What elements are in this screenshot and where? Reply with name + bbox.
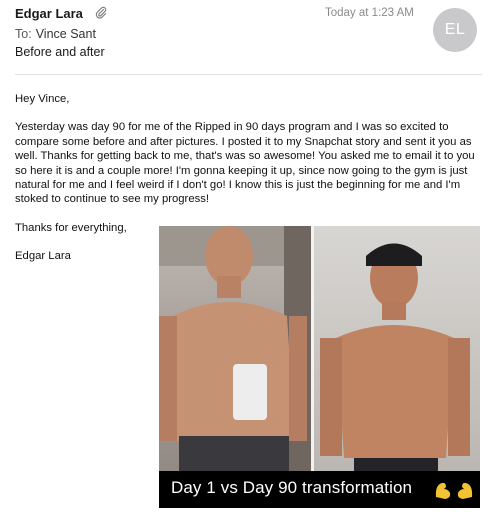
header-divider (15, 74, 482, 75)
caption-bar: Day 1 vs Day 90 transformation (159, 471, 480, 508)
avatar[interactable]: EL (433, 8, 477, 52)
email-subject: Before and after (15, 45, 105, 59)
sender-name[interactable]: Edgar Lara (15, 6, 83, 21)
recipient-row: To: Vince Sant (15, 27, 96, 41)
after-figure (320, 243, 470, 471)
before-figure (159, 226, 311, 471)
after-photo (314, 226, 480, 508)
photo-caption: Day 1 vs Day 90 transformation (171, 478, 413, 497)
transformation-photo[interactable]: Day 1 vs Day 90 transformation (159, 226, 480, 508)
before-photo (159, 226, 311, 508)
message-header: Edgar Lara To: Vince Sant Before and afte… (0, 0, 502, 74)
body-paragraph: Yesterday was day 90 for me of the Rippe… (15, 121, 475, 206)
paperclip-icon (95, 6, 107, 19)
email-timestamp: Today at 1:23 AM (325, 7, 414, 19)
greeting-line: Hey Vince, (15, 93, 70, 105)
to-label: To: (15, 27, 32, 41)
flexed-biceps-icon (435, 482, 473, 499)
recipient-name[interactable]: Vince Sant (36, 27, 96, 41)
